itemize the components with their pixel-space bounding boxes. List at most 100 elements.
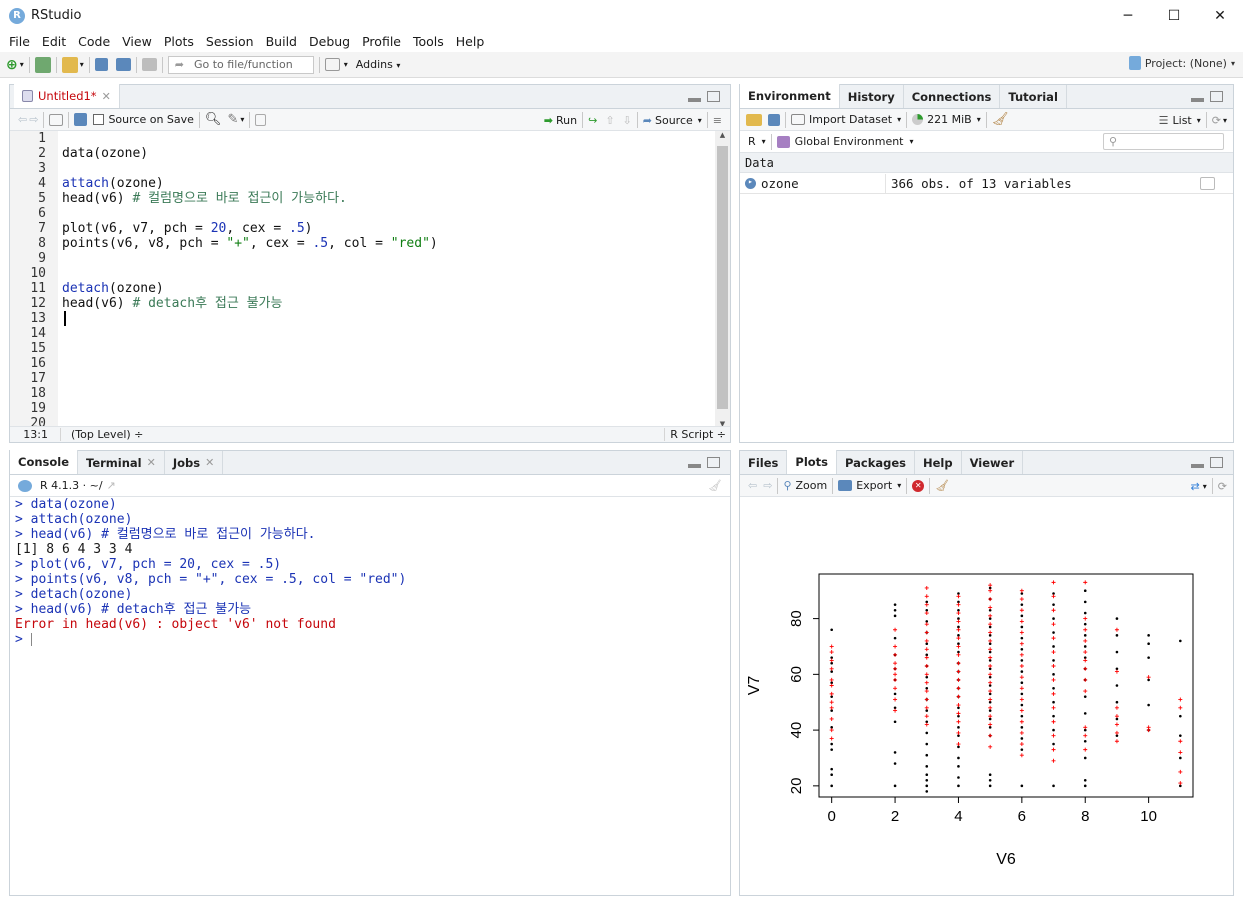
tab-jobs[interactable]: Jobs ✕ (165, 451, 224, 474)
previous-plot-icon[interactable]: ⇦ (748, 479, 757, 492)
menu-profile[interactable]: Profile (356, 34, 407, 49)
tab-packages[interactable]: Packages (837, 451, 915, 474)
minimize-pane-icon[interactable] (1191, 464, 1204, 468)
new-file-dropdown-icon[interactable]: ▾ (20, 60, 24, 69)
down-section-icon[interactable]: ⇩ (623, 114, 632, 127)
code-line[interactable] (62, 266, 438, 281)
env-search-input[interactable]: ⚲ (1103, 133, 1224, 150)
clear-console-icon[interactable]: 🧹︎ (708, 479, 722, 492)
open-file-icon[interactable] (61, 56, 78, 73)
memory-usage-button[interactable]: 221 MiB ▾ (912, 113, 981, 126)
refresh-env-icon[interactable]: ⟳ (1212, 114, 1221, 127)
go-to-dir-icon[interactable]: ↗ (107, 479, 116, 492)
code-line[interactable] (62, 341, 438, 356)
tab-connections[interactable]: Connections (904, 85, 1001, 108)
outline-icon[interactable]: ≡ (713, 114, 722, 127)
tab-files[interactable]: Files (740, 451, 788, 474)
forward-icon[interactable]: ⇨ (29, 113, 38, 126)
maximize-pane-icon[interactable] (1210, 91, 1223, 102)
menu-edit[interactable]: Edit (36, 34, 72, 49)
export-button[interactable]: Export ▾ (838, 479, 901, 492)
load-workspace-icon[interactable] (746, 113, 762, 126)
code-line[interactable] (62, 251, 438, 266)
tab-help[interactable]: Help (915, 451, 962, 474)
code-line[interactable] (62, 386, 438, 401)
minimize-pane-icon[interactable] (688, 98, 701, 102)
code-line[interactable]: points(v6, v8, pch = "+", cex = .5, col … (62, 236, 438, 251)
tab-viewer[interactable]: Viewer (962, 451, 1024, 474)
refresh-plot-icon[interactable]: ⟳ (1218, 480, 1227, 493)
pane-layout-icon[interactable] (324, 58, 340, 71)
run-button[interactable]: ➡ Run (544, 114, 577, 127)
print-icon[interactable] (141, 58, 157, 71)
view-data-icon[interactable] (1200, 177, 1215, 190)
menu-help[interactable]: Help (450, 34, 491, 49)
menu-plots[interactable]: Plots (158, 34, 200, 49)
code-line[interactable] (62, 401, 438, 416)
env-row[interactable]: ▸ ozone 366 obs. of 13 variables (740, 173, 1233, 194)
code-line[interactable]: head(v6) # 컬럼명으로 바로 접근이 가능하다. (62, 191, 438, 206)
code-line[interactable] (62, 311, 438, 326)
code-tools-icon[interactable]: ✎ (227, 112, 238, 127)
code-line[interactable] (62, 161, 438, 176)
remove-plot-icon[interactable]: ✕ (912, 479, 925, 492)
code-editor[interactable]: 1 2 3 4 5 6 7 8 9 10 11 12 13 14 15 16 17 18 19 20 data(ozo… (10, 131, 715, 428)
menu-session[interactable]: Session (200, 34, 260, 49)
compile-report-icon[interactable] (255, 113, 267, 126)
publish-icon[interactable]: ⇄ (1191, 480, 1200, 493)
maximize-button[interactable]: ☐ (1151, 0, 1197, 31)
maximize-pane-icon[interactable] (1210, 457, 1223, 468)
up-section-icon[interactable]: ⇧ (605, 114, 614, 127)
menu-file[interactable]: File (3, 34, 36, 49)
next-plot-icon[interactable]: ⇨ (763, 479, 772, 492)
code-line[interactable] (62, 371, 438, 386)
expand-object-icon[interactable]: ▸ (745, 177, 756, 189)
code-line[interactable] (62, 206, 438, 221)
project-menu[interactable]: Project: (None) ▾ (1128, 56, 1235, 70)
close-button[interactable]: ✕ (1197, 0, 1243, 31)
language-selector[interactable]: R (748, 135, 756, 148)
back-icon[interactable]: ⇦ (18, 113, 27, 126)
minimize-pane-icon[interactable] (688, 464, 701, 468)
code-tools-dropdown-icon[interactable]: ▾ (240, 115, 244, 124)
code-line[interactable] (62, 356, 438, 371)
new-project-icon[interactable] (34, 56, 51, 73)
code-line[interactable]: plot(v6, v7, pch = 20, cex = .5) (62, 221, 438, 236)
editor-scrollbar-thumb[interactable] (717, 146, 728, 409)
zoom-button[interactable]: ⚲ Zoom (783, 479, 827, 492)
save-icon[interactable] (94, 58, 108, 71)
show-in-window-icon[interactable] (49, 113, 64, 126)
code-line[interactable]: data(ozone) (62, 146, 438, 161)
tab-tutorial[interactable]: Tutorial (1000, 85, 1067, 108)
menu-debug[interactable]: Debug (303, 34, 356, 49)
editor-scrollbar[interactable]: ▲ ▼ (715, 131, 730, 428)
save-all-icon[interactable] (115, 58, 131, 71)
maximize-pane-icon[interactable] (707, 457, 720, 468)
code-line[interactable]: head(v6) # detach후 접근 불가능 (62, 296, 438, 311)
list-view-dropdown[interactable]: List (1173, 114, 1192, 127)
import-dataset-button[interactable]: Import Dataset ▾ (791, 113, 901, 126)
tab-history[interactable]: History (840, 85, 904, 108)
clear-broom-icon[interactable]: 🧹︎ (992, 112, 1009, 127)
environment-selector[interactable]: Global Environment (795, 135, 904, 148)
tab-terminal[interactable]: Terminal ✕ (78, 451, 165, 474)
save-file-icon[interactable] (74, 113, 88, 126)
clear-plots-icon[interactable]: 🧹︎ (935, 479, 949, 492)
open-recent-dropdown-icon[interactable]: ▾ (80, 60, 84, 69)
maximize-pane-icon[interactable] (707, 91, 720, 102)
code-line[interactable] (62, 131, 438, 146)
menu-view[interactable]: View (116, 34, 158, 49)
tab-console[interactable]: Console (10, 450, 79, 474)
menu-build[interactable]: Build (260, 34, 303, 49)
source-button[interactable]: ➦ Source ▾ (643, 114, 702, 127)
code-line[interactable] (62, 326, 438, 341)
addins-menu[interactable]: Addins ▾ (356, 58, 401, 71)
code-lines[interactable]: data(ozone) attach(ozone) head(v6) # 컬럼명으로… (62, 131, 438, 428)
code-line[interactable]: detach(ozone) (62, 281, 438, 296)
code-line[interactable]: attach(ozone) (62, 176, 438, 191)
menu-code[interactable]: Code (72, 34, 116, 49)
goto-file-input[interactable]: ➦ Go to file/function (167, 55, 314, 74)
minimize-button[interactable]: ─ (1105, 0, 1151, 31)
new-file-icon[interactable]: ⊕ (6, 57, 18, 73)
menu-tools[interactable]: Tools (407, 34, 450, 49)
